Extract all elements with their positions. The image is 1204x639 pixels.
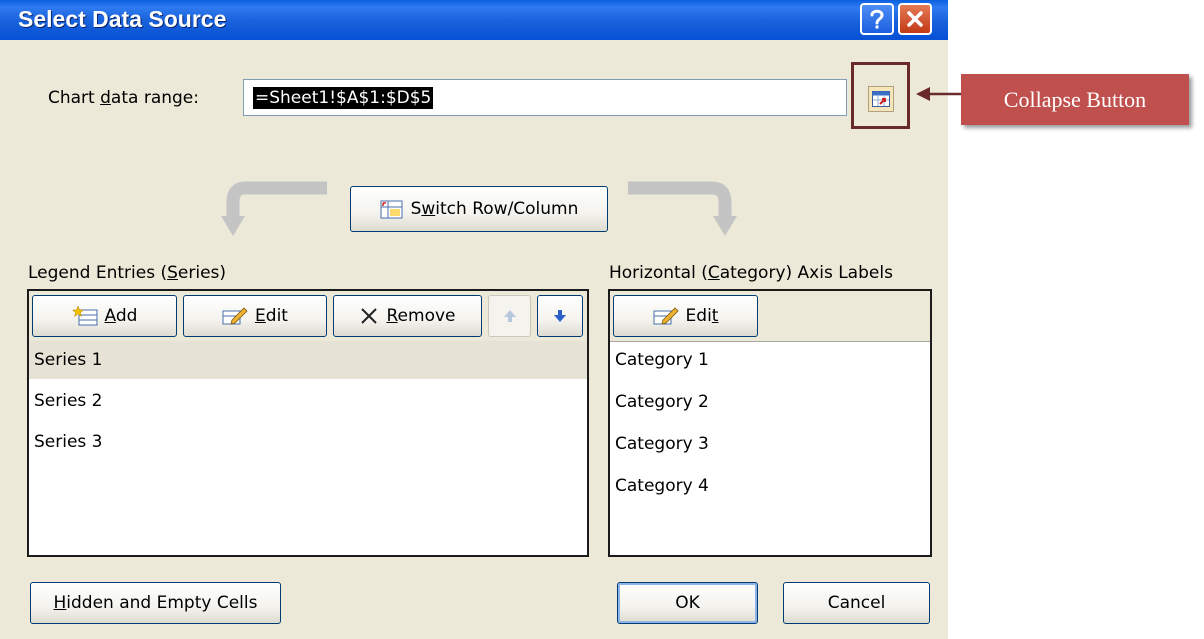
title-bar: Select Data Source bbox=[0, 0, 948, 40]
axis-toolbar: Edit bbox=[610, 291, 930, 342]
label-part: S bbox=[410, 199, 422, 219]
category-list-item[interactable]: Category 1 bbox=[610, 341, 930, 379]
remove-series-button[interactable]: Remove bbox=[333, 295, 482, 337]
add-label: Add bbox=[105, 306, 138, 326]
label-part: ategory) Axis Labels bbox=[719, 263, 893, 283]
add-series-icon bbox=[71, 305, 98, 326]
legend-entries-label: Legend Entries (Series) bbox=[28, 263, 226, 283]
close-button[interactable] bbox=[898, 3, 932, 35]
hidden-and-empty-cells-button[interactable]: Hidden and Empty Cells bbox=[30, 582, 281, 624]
label-accel: d bbox=[100, 88, 111, 108]
label-part: eries) bbox=[177, 263, 227, 283]
help-button[interactable] bbox=[860, 3, 894, 35]
callout-text: Collapse Button bbox=[1003, 86, 1147, 112]
collapse-button-callout: Collapse Button bbox=[961, 74, 1189, 125]
label-accel: S bbox=[167, 263, 178, 283]
edit-series-button[interactable]: Edit bbox=[183, 295, 327, 337]
switch-row-column-icon bbox=[380, 200, 403, 219]
label-accel: H bbox=[53, 593, 67, 613]
switch-row-column-button[interactable]: Switch Row/Column bbox=[350, 186, 608, 232]
axis-labels-label: Horizontal (Category) Axis Labels bbox=[609, 263, 893, 283]
dialog-title: Select Data Source bbox=[18, 6, 227, 32]
label-part: emove bbox=[397, 306, 456, 326]
label-part: Chart bbox=[48, 88, 101, 108]
edit-axis-label: Edit bbox=[686, 306, 719, 326]
label-accel: w bbox=[421, 199, 436, 219]
label-part: dit bbox=[265, 306, 288, 326]
close-x-icon bbox=[907, 11, 923, 27]
label-accel: A bbox=[104, 306, 116, 326]
chart-data-range-input[interactable]: =Sheet1!$A$1:$D$5 bbox=[243, 79, 847, 116]
label-part: dd bbox=[115, 306, 138, 326]
select-data-source-dialog: Select Data Source Chart data range: =Sh… bbox=[0, 0, 948, 639]
hidden-cells-label: Hidden and Empty Cells bbox=[54, 593, 258, 613]
axis-labels-panel: Edit Category 1 Category 2 Category 3 Categ… bbox=[608, 289, 932, 557]
edit-pencil-icon bbox=[222, 307, 248, 325]
label-part: ata range: bbox=[110, 88, 199, 108]
ok-button[interactable]: OK bbox=[617, 582, 758, 624]
move-up-button[interactable] bbox=[488, 295, 531, 337]
right-curved-arrow bbox=[628, 181, 737, 236]
collapse-highlight-box bbox=[851, 62, 910, 129]
add-series-button[interactable]: Add bbox=[32, 295, 177, 337]
callout-arrow bbox=[916, 87, 963, 101]
cancel-button[interactable]: Cancel bbox=[783, 582, 930, 624]
label-part: itch Row/Column bbox=[435, 199, 579, 219]
category-list-item[interactable]: Category 3 bbox=[610, 425, 930, 463]
ok-label: OK bbox=[675, 593, 700, 613]
remove-x-icon bbox=[361, 308, 378, 324]
cancel-label: Cancel bbox=[827, 593, 886, 613]
arrow-down-icon bbox=[554, 310, 566, 322]
label-accel: t bbox=[711, 306, 719, 326]
label-accel: R bbox=[386, 306, 398, 326]
category-list-item[interactable]: Category 4 bbox=[610, 467, 930, 505]
label-accel: E bbox=[255, 306, 266, 326]
label-part: idden and Empty Cells bbox=[66, 593, 258, 613]
label-part: Edi bbox=[685, 306, 712, 326]
label-part: Horizontal ( bbox=[609, 263, 708, 283]
edit-pencil-icon bbox=[653, 307, 679, 325]
left-curved-arrow bbox=[221, 181, 327, 236]
remove-label: Remove bbox=[386, 306, 455, 326]
arrow-up-icon bbox=[503, 310, 516, 322]
legend-entries-panel: Add Edit Remove Series 1 Series 2 Series… bbox=[27, 289, 589, 557]
series-list-item[interactable]: Series 1 bbox=[29, 341, 587, 379]
range-value: =Sheet1!$A$1:$D$5 bbox=[253, 87, 434, 109]
move-down-button[interactable] bbox=[537, 295, 583, 337]
label-accel: C bbox=[707, 263, 720, 283]
label-part: Legend Entries ( bbox=[28, 263, 168, 283]
legend-toolbar: Add Edit Remove bbox=[29, 291, 587, 342]
category-list-item[interactable]: Category 2 bbox=[610, 383, 930, 421]
edit-label: Edit bbox=[255, 306, 288, 326]
series-list-item[interactable]: Series 2 bbox=[29, 382, 587, 420]
switch-row-column-label: Switch Row/Column bbox=[411, 199, 579, 219]
question-mark-icon bbox=[870, 9, 884, 29]
series-list-item[interactable]: Series 3 bbox=[29, 423, 587, 461]
edit-axis-labels-button[interactable]: Edit bbox=[613, 295, 758, 337]
chart-data-range-label: Chart data range: bbox=[48, 88, 199, 108]
